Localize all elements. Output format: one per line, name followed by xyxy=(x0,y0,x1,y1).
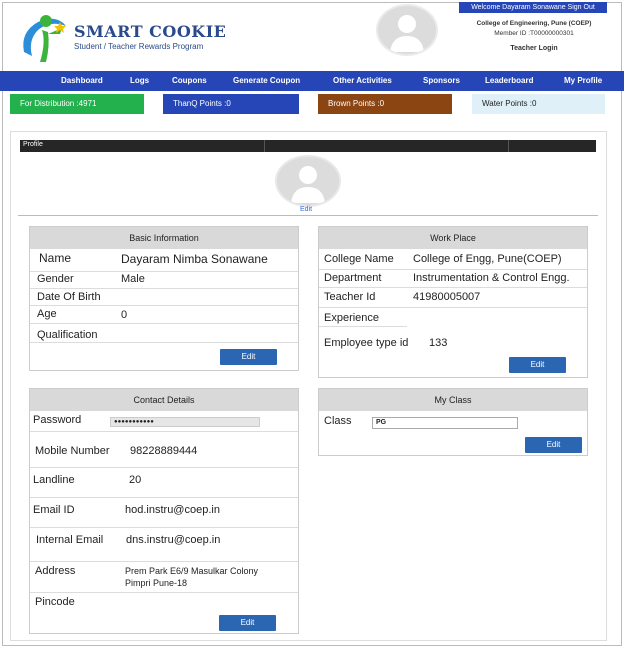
nav-sponsors[interactable]: Sponsors xyxy=(423,71,460,91)
value-gender: Male xyxy=(121,273,145,285)
work-edit-button[interactable]: Edit xyxy=(509,357,566,373)
sign-out-link[interactable]: Welcome Dayaram Sonawane Sign Out xyxy=(459,2,607,13)
row-divider xyxy=(30,497,298,498)
label-internal-email: Internal Email xyxy=(36,534,104,546)
stat-distribution[interactable]: For Distribution :4971 xyxy=(10,94,144,114)
label-pincode: Pincode xyxy=(35,596,75,608)
value-employee-type: 133 xyxy=(429,337,448,349)
class-field[interactable]: PG xyxy=(372,417,518,429)
value-age: 0 xyxy=(121,309,128,321)
label-employee-type: Employee type id xyxy=(324,337,409,349)
profile-bar-divider xyxy=(508,140,509,152)
nav-dashboard[interactable]: Dashboard xyxy=(61,71,103,91)
nav-logs[interactable]: Logs xyxy=(130,71,149,91)
profile-bar-divider xyxy=(264,140,265,152)
row-divider xyxy=(30,467,298,468)
value-address-line1: Prem Park E6/9 Masulkar Colony xyxy=(125,566,259,576)
profile-bar xyxy=(20,140,596,152)
label-experience: Experience xyxy=(324,312,380,324)
value-name: Dayaram Nimba Sonawane xyxy=(121,252,268,266)
divider xyxy=(18,215,598,216)
label-name: Name xyxy=(39,251,72,265)
user-avatar-icon xyxy=(291,166,325,203)
header-college: College of Engineering, Pune (COEP) xyxy=(476,20,592,27)
contact-details-title: Contact Details xyxy=(30,389,298,411)
row-divider xyxy=(319,326,407,327)
row-divider xyxy=(319,287,587,288)
user-avatar-icon xyxy=(390,15,424,52)
login-type: Teacher Login xyxy=(510,45,558,52)
label-qualification: Qualification xyxy=(37,329,98,341)
row-divider xyxy=(30,592,298,593)
main-nav: Dashboard Logs Coupons Generate Coupon O… xyxy=(0,71,624,91)
nav-other-activities[interactable]: Other Activities xyxy=(333,71,392,91)
label-dob: Date Of Birth xyxy=(37,291,101,303)
basic-edit-button[interactable]: Edit xyxy=(220,349,277,365)
label-email: Email ID xyxy=(33,504,75,516)
member-id: Member ID :T00000000301 xyxy=(494,30,574,37)
my-class-title: My Class xyxy=(319,389,587,411)
row-divider xyxy=(319,269,587,270)
value-mobile: 98228889444 xyxy=(130,445,198,457)
my-class-panel: My Class Class PG Edit xyxy=(318,388,588,456)
stat-thanq-points[interactable]: ThanQ Points :0 xyxy=(163,94,299,114)
value-college-name: College of Engg, Pune(COEP) xyxy=(413,253,562,265)
value-internal-email: dns.instru@coep.in xyxy=(126,534,221,546)
basic-info-panel: Basic Information Name Dayaram Nimba Son… xyxy=(29,226,299,371)
row-divider xyxy=(30,323,298,324)
row-divider xyxy=(319,307,587,308)
contact-edit-button[interactable]: Edit xyxy=(219,615,276,631)
label-college-name: College Name xyxy=(324,253,394,265)
logo-title: SMART COOKIE xyxy=(74,22,227,41)
password-field[interactable]: ●●●●●●●●●●● xyxy=(110,417,260,427)
row-divider xyxy=(30,342,298,343)
label-mobile: Mobile Number xyxy=(35,445,110,457)
row-divider xyxy=(30,561,298,562)
label-landline: Landline xyxy=(33,474,75,486)
label-age: Age xyxy=(37,308,57,320)
stat-brown-points[interactable]: Brown Points :0 xyxy=(318,94,452,114)
row-divider xyxy=(30,527,298,528)
row-divider xyxy=(30,271,298,272)
value-address-line2: Pimpri Pune-18 xyxy=(125,578,188,588)
value-department: Instrumentation & Control Engg. xyxy=(413,272,570,284)
nav-my-profile[interactable]: My Profile xyxy=(564,71,602,91)
logo-subtitle: Student / Teacher Rewards Program xyxy=(74,42,204,51)
cookie-logo-icon xyxy=(23,15,66,62)
label-password: Password xyxy=(33,414,82,426)
label-class: Class xyxy=(324,415,352,427)
profile-avatar[interactable] xyxy=(275,155,341,207)
label-gender: Gender xyxy=(37,273,74,285)
nav-leaderboard[interactable]: Leaderboard xyxy=(485,71,533,91)
label-department: Department xyxy=(324,272,382,284)
value-landline: 20 xyxy=(129,474,142,486)
header-avatar[interactable] xyxy=(376,4,438,56)
nav-generate-coupon[interactable]: Generate Coupon xyxy=(233,71,300,91)
row-divider xyxy=(30,288,298,289)
work-place-panel: Work Place College Name College of Engg,… xyxy=(318,226,588,378)
contact-details-panel: Contact Details Password ●●●●●●●●●●● Mob… xyxy=(29,388,299,634)
profile-edit-link[interactable]: Edit xyxy=(300,206,312,213)
row-divider xyxy=(30,305,298,306)
value-email: hod.instru@coep.in xyxy=(125,504,220,516)
work-place-title: Work Place xyxy=(319,227,587,249)
label-address: Address xyxy=(35,565,76,577)
value-teacher-id: 41980005007 xyxy=(413,291,481,303)
row-divider xyxy=(30,431,298,432)
stat-water-points[interactable]: Water Points :0 xyxy=(472,94,605,114)
class-edit-button[interactable]: Edit xyxy=(525,437,582,453)
profile-bar-label: Profile xyxy=(23,141,43,148)
nav-coupons[interactable]: Coupons xyxy=(172,71,207,91)
basic-info-title: Basic Information xyxy=(30,227,298,249)
label-teacher-id: Teacher Id xyxy=(324,291,376,303)
